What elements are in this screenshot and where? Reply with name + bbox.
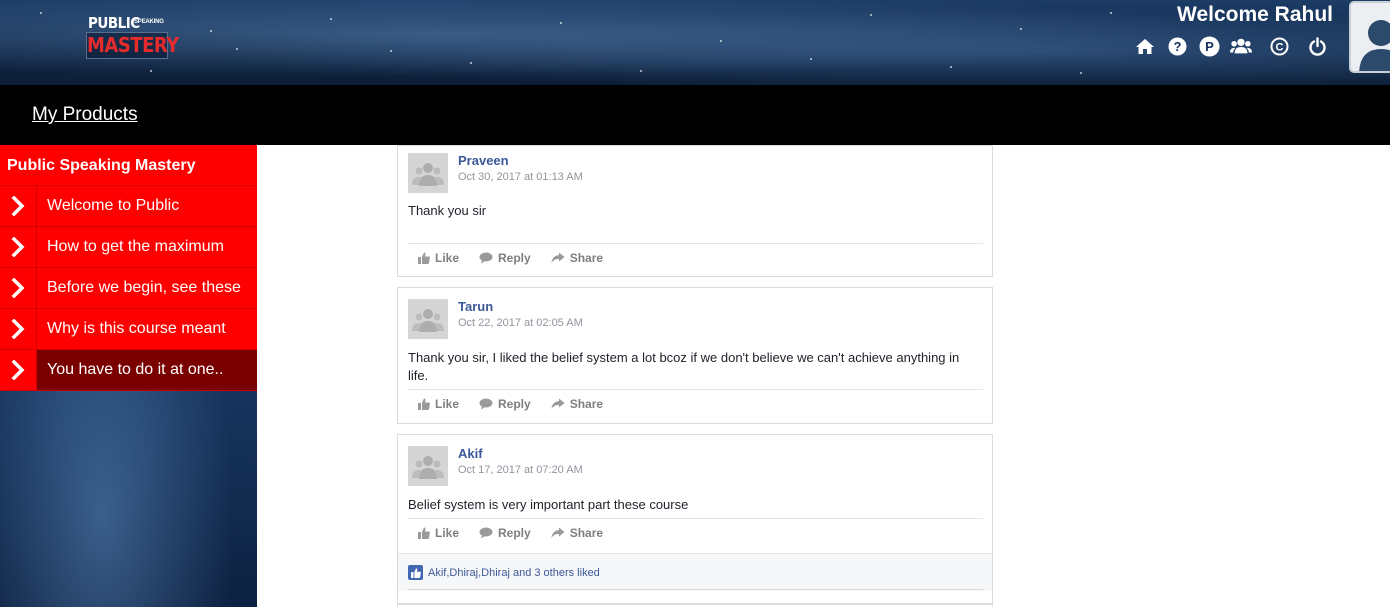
like-label: Like [435, 397, 460, 411]
comment-author[interactable]: Praveen [458, 153, 509, 168]
sidebar-item-label: You have to do it at one.. [47, 361, 224, 378]
header: PUBLIC SPEAKING MASTERY Welcome Rahul ? … [0, 0, 1390, 85]
comment-text: Thank you sir [408, 203, 487, 218]
svg-text:C: C [1275, 41, 1283, 53]
users-icon[interactable] [1230, 35, 1252, 57]
comment-bubble-icon [479, 398, 493, 410]
avatar[interactable] [408, 153, 448, 193]
sidebar-item-course-meant[interactable]: Why is this course meant [0, 309, 257, 350]
share-arrow-icon [551, 527, 565, 538]
comment-actions: Like Reply Share [418, 525, 623, 541]
reply-button[interactable]: Reply [479, 251, 531, 265]
like-button[interactable]: Like [418, 251, 459, 265]
sidebar-item-welcome[interactable]: Welcome to Public [0, 186, 257, 227]
share-arrow-icon [551, 398, 565, 409]
help-icon[interactable]: ? [1166, 35, 1188, 57]
share-label: Share [569, 251, 604, 265]
liked-by-bar: Akif,Dhiraj,Dhiraj and 3 others liked [398, 553, 992, 591]
sidebar-list: Welcome to Public How to get the maximum… [0, 186, 257, 391]
share-label: Share [569, 526, 604, 540]
chevron-right-icon [0, 350, 37, 390]
comment-divider [408, 389, 983, 390]
share-button[interactable]: Share [551, 251, 603, 265]
comment-divider [408, 243, 983, 244]
logo-top-text: PUBLIC [88, 14, 140, 32]
power-icon[interactable] [1306, 35, 1328, 57]
comment-card: Akif Oct 17, 2017 at 07:20 AM Belief sys… [397, 434, 993, 604]
share-button[interactable]: Share [551, 397, 603, 411]
chevron-right-icon [0, 309, 37, 349]
my-products-link[interactable]: My Products [32, 104, 138, 126]
comment-card: Praveen Oct 30, 2017 at 01:13 AM Thank y… [397, 145, 993, 277]
comment-author[interactable]: Akif [458, 446, 483, 461]
sidebar-item-do-it-at-once[interactable]: You have to do it at one.. [0, 350, 257, 391]
comment-bubble-icon [479, 252, 493, 264]
sidebar-title[interactable]: Public Speaking Mastery [0, 145, 257, 186]
logo[interactable]: PUBLIC SPEAKING MASTERY [86, 14, 179, 60]
comment-date[interactable]: Oct 30, 2017 at 01:13 AM [458, 171, 583, 183]
header-icon-bar: ? P C [1134, 35, 1338, 57]
sidebar-item-before-begin[interactable]: Before we begin, see these [0, 268, 257, 309]
share-arrow-icon [551, 252, 565, 263]
like-label: Like [435, 526, 460, 540]
like-button[interactable]: Like [418, 397, 459, 411]
avatar[interactable] [408, 299, 448, 339]
page: PUBLIC SPEAKING MASTERY Welcome Rahul ? … [0, 0, 1390, 607]
home-icon[interactable] [1134, 35, 1156, 57]
comment-actions: Like Reply Share [418, 396, 623, 412]
comment-text: Belief system is very important part the… [408, 497, 689, 512]
like-button[interactable]: Like [418, 526, 459, 540]
sidebar-item-label: Why is this course meant [47, 320, 226, 337]
thumbs-up-icon [418, 252, 430, 264]
logo-bottom-text: MASTERY [86, 32, 179, 59]
share-button[interactable]: Share [551, 526, 603, 540]
paypal-icon[interactable]: P [1198, 35, 1220, 57]
liked-by-text[interactable]: Akif,Dhiraj,Dhiraj and 3 others liked [428, 567, 600, 579]
sidebar-item-label: Welcome to Public [47, 197, 180, 214]
chevron-right-icon [0, 268, 37, 308]
like-label: Like [435, 251, 460, 265]
comment-text: Thank you sir, I liked the belief system… [408, 350, 960, 383]
sidebar-item-maximum[interactable]: How to get the maximum [0, 227, 257, 268]
user-avatar[interactable] [1349, 1, 1390, 73]
comment-date[interactable]: Oct 17, 2017 at 07:20 AM [458, 464, 583, 476]
reply-button[interactable]: Reply [479, 526, 531, 540]
comment-actions: Like Reply Share [418, 250, 623, 266]
chevron-right-icon [0, 186, 37, 226]
comment-author[interactable]: Tarun [458, 299, 493, 314]
chevron-right-icon [0, 227, 37, 267]
sidebar-item-label: How to get the maximum [47, 238, 224, 255]
liked-by[interactable]: Akif,Dhiraj,Dhiraj and 3 others liked [408, 565, 600, 580]
thumbs-up-icon [418, 398, 430, 410]
top-nav-bar: My Products [0, 85, 1390, 145]
avatar[interactable] [408, 446, 448, 486]
svg-text:?: ? [1173, 39, 1181, 54]
thumbs-up-icon [418, 527, 430, 539]
comment-bubble-icon [479, 527, 493, 539]
liked-divider [408, 589, 983, 590]
reply-label: Reply [498, 526, 531, 540]
comment-divider [408, 518, 983, 519]
reply-button[interactable]: Reply [479, 397, 531, 411]
comment-card: Tarun Oct 22, 2017 at 02:05 AM Thank you… [397, 287, 993, 424]
sidebar-item-label: Before we begin, see these [47, 279, 241, 296]
like-badge-icon [408, 565, 423, 580]
welcome-text: Welcome Rahul [1177, 3, 1333, 26]
comment-date[interactable]: Oct 22, 2017 at 02:05 AM [458, 317, 583, 329]
sidebar: Public Speaking Mastery Welcome to Publi… [0, 145, 257, 607]
logo-small-text: SPEAKING [134, 19, 164, 25]
reply-label: Reply [498, 397, 531, 411]
reply-label: Reply [498, 251, 531, 265]
svg-text:P: P [1205, 39, 1214, 54]
share-label: Share [569, 397, 604, 411]
copyright-icon[interactable]: C [1268, 35, 1290, 57]
